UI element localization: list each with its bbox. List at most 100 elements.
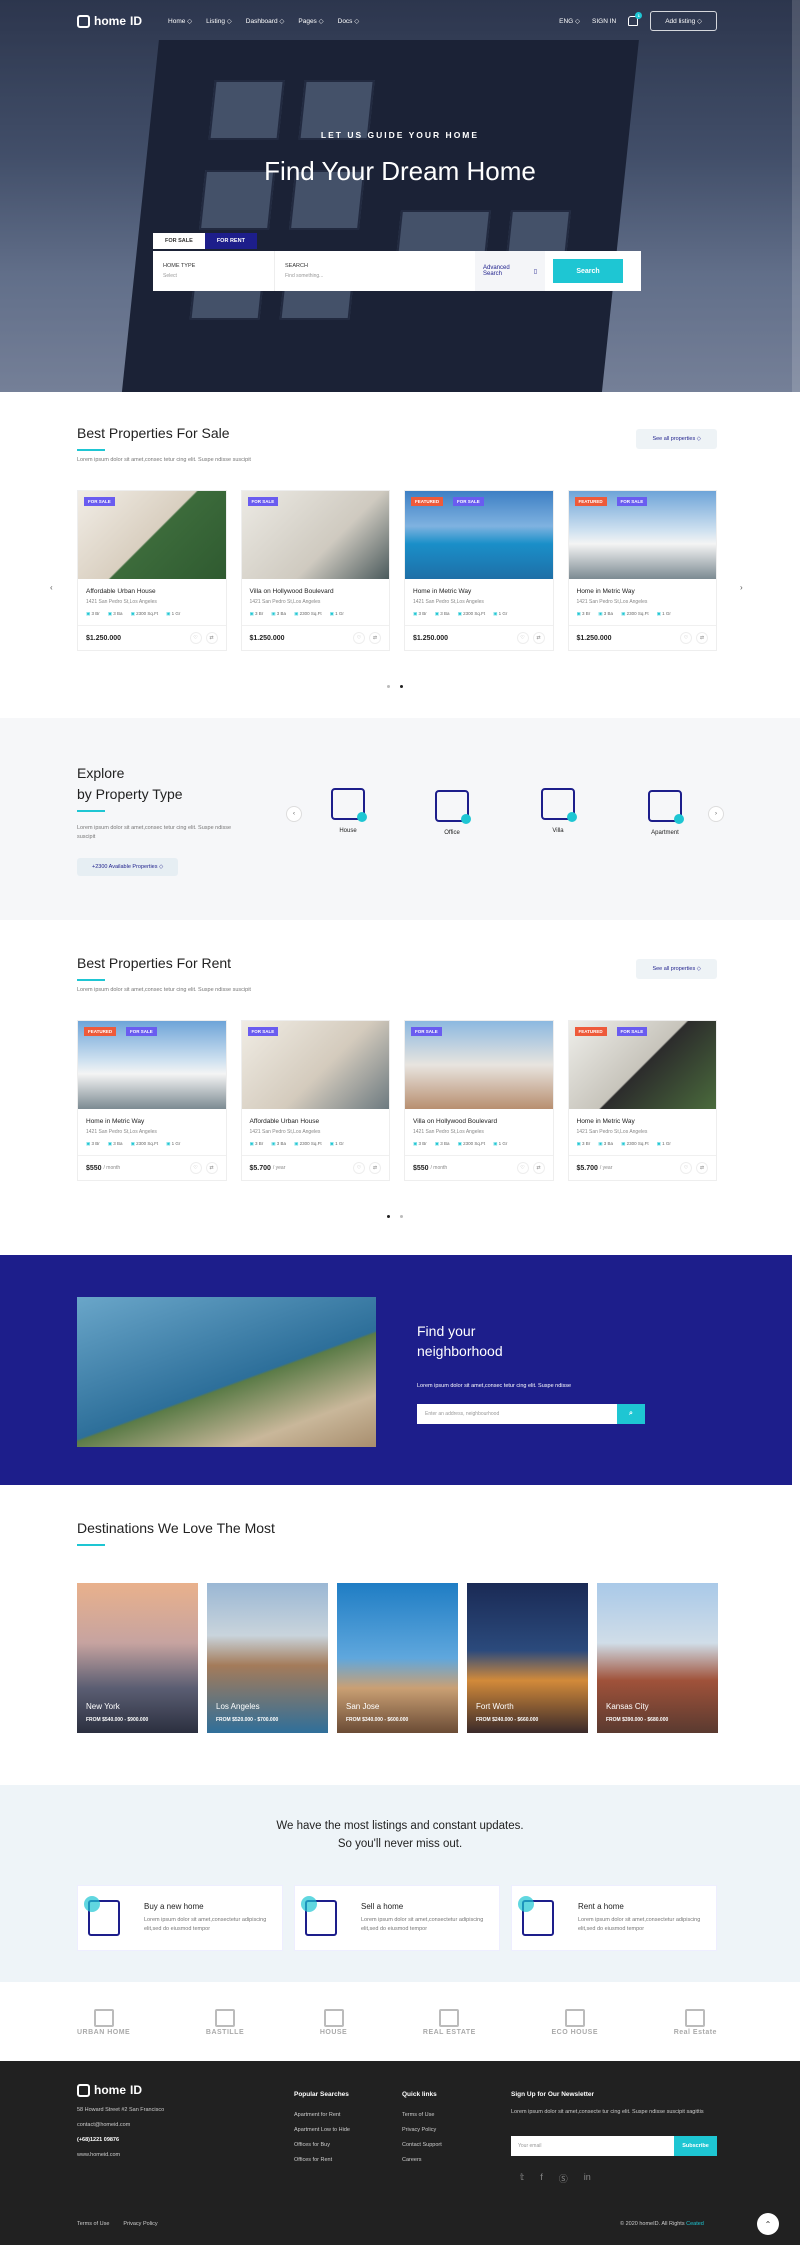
property-image[interactable]: FOR SALE <box>241 491 389 579</box>
explore-next-arrow[interactable]: › <box>708 806 724 822</box>
footer-link[interactable]: Apartment for Rent <box>294 2108 350 2123</box>
footer-link[interactable]: Privacy Policy <box>402 2123 442 2138</box>
nav-docs[interactable]: Docs ◇ <box>338 17 360 25</box>
destination-card[interactable]: Los Angeles FROM $520.000 - $700.000 <box>207 1583 328 1733</box>
destination-card[interactable]: Kansas City FROM $390.000 - $680.000 <box>597 1583 718 1733</box>
property-title[interactable]: Villa on Hollywood Boulevard <box>250 588 382 595</box>
heart-icon[interactable]: ♡ <box>353 1162 365 1174</box>
sale-next-arrow[interactable]: › <box>740 583 743 592</box>
footer-website[interactable]: www.homeid.com <box>77 2148 164 2163</box>
subscribe-button[interactable]: Subscribe <box>674 2136 717 2156</box>
heart-icon[interactable]: ♡ <box>189 632 202 644</box>
heart-icon[interactable]: ♡ <box>516 632 529 644</box>
property-card[interactable]: FOR SALE Villa on Hollywood Boulevard 14… <box>240 490 390 651</box>
property-image[interactable]: FEATURED FOR SALE <box>405 491 553 579</box>
skype-icon[interactable]: Ⓢ <box>559 2172 568 2185</box>
explore-prev-arrow[interactable]: ‹ <box>286 806 302 822</box>
search-button[interactable]: Search <box>553 259 623 283</box>
property-card[interactable]: FEATURED FOR SALE Home in Metric Way 1421… <box>567 490 717 651</box>
footer-link[interactable]: Terms of Use <box>402 2108 442 2123</box>
property-card[interactable]: FOR SALE Affordable Urban House 1421 San… <box>77 490 227 651</box>
language-select[interactable]: ENG ◇ <box>559 17 580 25</box>
destination-card[interactable]: Fort Worth FROM $240.000 - $660.000 <box>467 1583 588 1733</box>
compare-icon[interactable]: ⇄ <box>532 632 545 644</box>
property-title[interactable]: Affordable Urban House <box>250 1118 382 1125</box>
property-card[interactable]: FOR SALE Villa on Hollywood Boulevard 14… <box>404 1020 554 1181</box>
heart-icon[interactable]: ♡ <box>189 1162 202 1174</box>
rent-see-all-button[interactable]: See all properties ◇ <box>636 959 717 979</box>
rent-pagination[interactable] <box>387 1215 403 1218</box>
sale-prev-arrow[interactable]: ‹ <box>50 583 53 592</box>
compare-icon[interactable]: ⇄ <box>696 1162 708 1174</box>
sign-in-link[interactable]: SIGN IN <box>592 18 616 25</box>
tab-for-sale[interactable]: FOR SALE <box>153 233 205 249</box>
newsletter-email-input[interactable]: Your email Subscribe <box>511 2136 717 2156</box>
facebook-icon[interactable]: f <box>540 2172 543 2185</box>
footer-link[interactable]: Contact Support <box>402 2138 442 2153</box>
property-card[interactable]: FEATURED FOR SALE Home in Metric Way 1421… <box>567 1020 717 1181</box>
search-input[interactable]: SEARCH Find something... <box>275 251 475 291</box>
footer-link[interactable]: Offices for Rent <box>294 2153 350 2168</box>
property-image[interactable]: FEATURED FOR SALE <box>568 491 716 579</box>
property-card[interactable]: FOR SALE Affordable Urban House 1421 San… <box>240 1020 390 1181</box>
compare-icon[interactable]: ⇄ <box>205 1162 218 1174</box>
heart-icon[interactable]: ♡ <box>680 632 692 644</box>
compare-icon[interactable]: ⇄ <box>532 1162 545 1174</box>
rent-home-icon <box>518 1896 554 1936</box>
scrollbar[interactable] <box>792 0 800 392</box>
property-card[interactable]: FEATURED FOR SALE Home in Metric Way 1421… <box>77 1020 227 1181</box>
nav-listing[interactable]: Listing ◇ <box>206 17 232 25</box>
linkedin-icon[interactable]: in <box>584 2172 591 2185</box>
property-image[interactable]: FOR SALE <box>405 1021 553 1109</box>
add-listing-button[interactable]: Add listing ◇ <box>650 11 717 31</box>
footer-link[interactable]: Offices for Buy <box>294 2138 350 2153</box>
property-image[interactable]: FOR SALE <box>78 491 226 579</box>
type-apartment[interactable]: Apartment <box>640 790 690 836</box>
service-sell[interactable]: Sell a home Lorem ipsum dolor sit amet,co… <box>294 1885 500 1951</box>
nav-dashboard[interactable]: Dashboard ◇ <box>246 17 285 25</box>
type-office[interactable]: Office <box>432 790 472 836</box>
compare-icon[interactable]: ⇄ <box>369 632 381 644</box>
footer-email[interactable]: contact@homeid.com <box>77 2118 164 2133</box>
compare-icon[interactable]: ⇄ <box>696 632 708 644</box>
heart-icon[interactable]: ♡ <box>516 1162 529 1174</box>
type-villa[interactable]: Villa <box>538 788 578 834</box>
nav-pages[interactable]: Pages ◇ <box>298 17 323 25</box>
back-to-top-button[interactable]: ⌃ <box>757 2213 779 2235</box>
tab-for-rent[interactable]: FOR RENT <box>204 233 257 249</box>
sale-pagination[interactable] <box>387 685 403 688</box>
property-title[interactable]: Home in Metric Way <box>577 588 709 595</box>
property-title[interactable]: Home in Metric Way <box>413 588 545 595</box>
footer-link[interactable]: Careers <box>402 2153 442 2168</box>
sale-see-all-button[interactable]: See all properties ◇ <box>636 429 717 449</box>
heart-icon[interactable]: ♡ <box>353 632 365 644</box>
twitter-icon[interactable]: 𝕥 <box>520 2172 524 2185</box>
terms-link[interactable]: Terms of Use <box>77 2221 109 2227</box>
service-buy[interactable]: Buy a new home Lorem ipsum dolor sit amet… <box>77 1885 283 1951</box>
property-title[interactable]: Home in Metric Way <box>577 1118 709 1125</box>
destination-card[interactable]: San Jose FROM $340.000 - $600.000 <box>337 1583 458 1733</box>
compare-icon[interactable]: ⇄ <box>205 632 218 644</box>
nav-home[interactable]: Home ◇ <box>168 17 192 25</box>
property-image[interactable]: FOR SALE <box>241 1021 389 1109</box>
privacy-link[interactable]: Privacy Policy <box>123 2221 157 2227</box>
type-house[interactable]: House <box>328 788 368 834</box>
service-rent[interactable]: Rent a home Lorem ipsum dolor sit amet,co… <box>511 1885 717 1951</box>
property-image[interactable]: FEATURED FOR SALE <box>78 1021 226 1109</box>
advanced-search-button[interactable]: Advanced Search ▯ <box>475 251 545 291</box>
property-card[interactable]: FEATURED FOR SALE Home in Metric Way 1421… <box>404 490 554 651</box>
home-type-select[interactable]: HOME TYPE Select <box>153 251 275 291</box>
footer-link[interactable]: Apartment Low to Hide <box>294 2123 350 2138</box>
bell-icon[interactable]: 1 <box>628 12 643 26</box>
property-title[interactable]: Home in Metric Way <box>86 1118 218 1125</box>
compare-icon[interactable]: ⇄ <box>369 1162 381 1174</box>
logo[interactable]: home ID <box>77 14 142 28</box>
available-properties-button[interactable]: +2300 Available Properties ◇ <box>77 858 179 876</box>
property-title[interactable]: Affordable Urban House <box>86 588 218 595</box>
destination-card[interactable]: New York FROM $540.000 - $900.000 <box>77 1583 198 1733</box>
property-title[interactable]: Villa on Hollywood Boulevard <box>413 1118 545 1125</box>
property-image[interactable]: FEATURED FOR SALE <box>568 1021 716 1109</box>
address-input[interactable]: Enter an address, neighbourhood ⌕ <box>417 1404 645 1424</box>
search-icon[interactable]: ⌕ <box>617 1404 645 1424</box>
heart-icon[interactable]: ♡ <box>680 1162 692 1174</box>
